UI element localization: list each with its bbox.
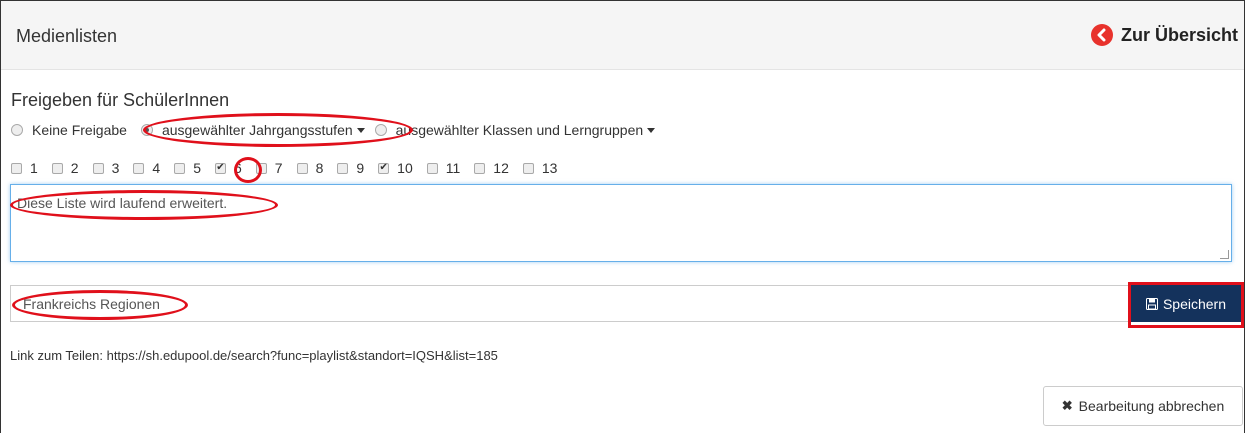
grade-label: 3	[111, 160, 120, 176]
grade-item[interactable]: 8	[296, 160, 324, 176]
grade-label: 6	[233, 160, 242, 176]
radio-no-share-label: Keine Freigabe	[32, 122, 127, 138]
panel-header: Medienlisten Zur Übersicht	[1, 1, 1244, 70]
resize-handle-icon[interactable]	[1220, 250, 1229, 259]
grade-checkbox[interactable]: ✔	[378, 162, 390, 174]
grade-checkboxes: 1 2 3 4 5 ✔ 6 7 8 9 ✔ 10 11 12 13	[11, 160, 571, 176]
grade-checkbox[interactable]	[133, 162, 145, 174]
grade-checkbox[interactable]	[337, 162, 349, 174]
grade-item[interactable]: ✔ 10	[378, 160, 413, 176]
grade-item[interactable]: 1	[11, 160, 38, 176]
grade-item[interactable]: 7	[255, 160, 283, 176]
grade-label: 12	[493, 160, 509, 176]
description-textarea[interactable]: Diese Liste wird laufend erweitert.	[10, 184, 1232, 262]
floppy-disk-icon	[1145, 297, 1158, 310]
grade-checkbox[interactable]	[51, 162, 63, 174]
save-button[interactable]: Speichern	[1131, 285, 1241, 322]
grade-item[interactable]: 12	[474, 160, 509, 176]
grade-label: 1	[30, 160, 38, 176]
grade-label: 7	[274, 160, 283, 176]
cancel-button-label: Bearbeitung abbrechen	[1078, 398, 1225, 414]
radio-grades[interactable]	[140, 124, 153, 136]
save-button-label: Speichern	[1162, 295, 1227, 312]
grade-checkbox[interactable]	[426, 162, 438, 174]
grade-checkbox[interactable]	[522, 162, 534, 174]
grade-label: 10	[397, 160, 413, 176]
radio-classes-label[interactable]: ausgewählter Klassen und Lerngruppen	[396, 122, 644, 138]
grade-item[interactable]: 5	[174, 160, 201, 176]
grade-label: 2	[70, 160, 79, 176]
grade-checkbox[interactable]	[92, 162, 104, 174]
share-section-title: Freigeben für SchülerInnen	[11, 90, 230, 110]
chevron-down-icon[interactable]	[356, 127, 365, 133]
grade-label: 8	[315, 160, 324, 176]
grade-checkbox[interactable]	[174, 162, 186, 174]
share-options: Keine Freigabe ausgewählter Jahrgangsstu…	[11, 122, 656, 138]
back-link-label: Zur Übersicht	[1120, 24, 1238, 45]
radio-grades-label[interactable]: ausgewählter Jahrgangsstufen	[162, 122, 353, 138]
page-title: Medienlisten	[16, 26, 118, 46]
cancel-edit-button[interactable]: ✖ Bearbeitung abbrechen	[1043, 386, 1243, 426]
grade-checkbox[interactable]	[11, 162, 22, 174]
grade-item[interactable]: 9	[337, 160, 364, 176]
radio-classes[interactable]	[374, 124, 387, 136]
grade-label: 11	[445, 160, 461, 176]
back-to-overview-link[interactable]: Zur Übersicht	[1090, 24, 1238, 46]
close-icon: ✖	[1061, 398, 1073, 413]
grade-checkbox[interactable]	[255, 162, 267, 174]
arrow-left-circle-icon	[1090, 24, 1113, 46]
grade-checkbox[interactable]	[474, 162, 486, 174]
grade-item[interactable]: 11	[426, 160, 461, 176]
grade-item[interactable]: 13	[522, 160, 558, 176]
chevron-down-icon[interactable]	[647, 127, 656, 133]
grade-label: 13	[541, 160, 558, 176]
grade-item[interactable]: 2	[51, 160, 79, 176]
grade-label: 9	[356, 160, 365, 176]
grade-item[interactable]: 4	[133, 160, 160, 176]
grade-checkbox[interactable]	[296, 162, 308, 174]
grade-label: 4	[152, 160, 161, 176]
grade-item[interactable]: ✔ 6	[214, 160, 242, 176]
radio-no-share[interactable]	[11, 124, 23, 136]
grade-label: 5	[193, 160, 201, 176]
list-name-input[interactable]: Frankreichs Regionen	[10, 285, 1130, 322]
grade-item[interactable]: 3	[92, 160, 120, 176]
grade-checkbox[interactable]: ✔	[214, 162, 226, 174]
share-link-text: Link zum Teilen: https://sh.edupool.de/s…	[10, 348, 498, 363]
description-text: Diese Liste wird laufend erweitert.	[17, 195, 228, 211]
